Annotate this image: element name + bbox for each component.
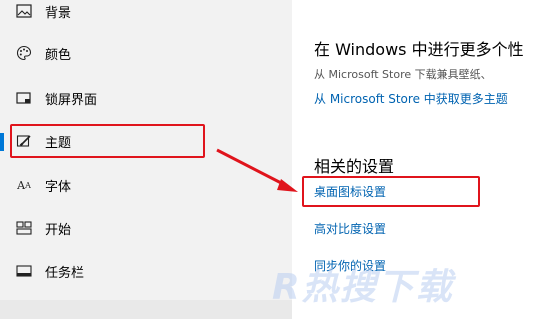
watermark-logo: R热搜下载 [272, 267, 454, 308]
windows-section-title: 在 Windows 中进行更多个性 [314, 40, 524, 59]
related-settings-title: 相关的设置 [314, 157, 395, 176]
high-contrast-settings-link[interactable]: 高对比度设置 [314, 220, 386, 237]
windows-section-description: 从 Microsoft Store 下载兼具壁纸、 [314, 68, 492, 81]
highlight-box-desktop-icon-settings [302, 176, 480, 207]
get-more-themes-link[interactable]: 从 Microsoft Store 中获取更多主题 [314, 90, 508, 107]
